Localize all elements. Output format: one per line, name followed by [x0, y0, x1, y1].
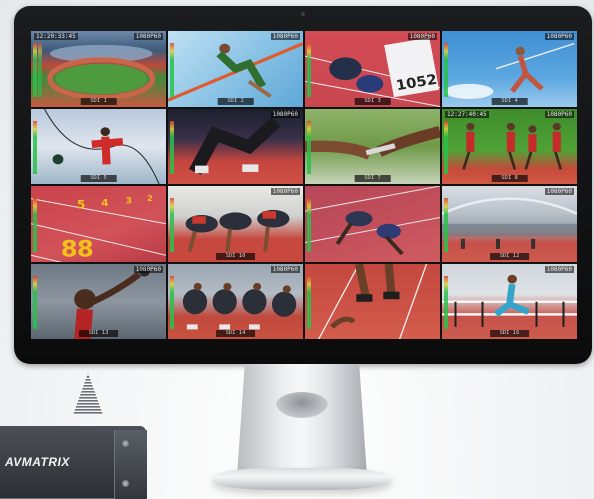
format-label: 1080P60 [544, 110, 574, 118]
source-label: SDI 14 [215, 330, 256, 337]
source-label: SDI 13 [78, 330, 119, 337]
source-label: SDI 12 [489, 252, 530, 260]
multiview-tile-12[interactable]: 1080P60 SDI 12 [442, 186, 577, 262]
stadium-illustration [47, 44, 156, 101]
scoreboard-number: 1052 [395, 72, 439, 94]
source-label: SDI 4 [491, 97, 528, 105]
scoreboard-illustration: 1052 [395, 72, 439, 94]
lane-number: 5 [77, 198, 85, 211]
source-label: SDI 3 [354, 97, 391, 105]
shot-put-illustration [74, 266, 150, 339]
lane-number: 4 [101, 197, 109, 209]
format-label: 1080P60 [544, 33, 574, 40]
lane-number: 8 [77, 235, 94, 261]
brand-logo: AVMATRIX [5, 455, 70, 469]
multiview-tile-1[interactable]: 12:20:33:45 1080P60 SDI 1 [31, 31, 166, 107]
format-label: 1080P60 [133, 33, 163, 40]
timecode-label: 12:20:33:45 [34, 33, 78, 40]
hammer-throw-illustration [44, 108, 160, 184]
source-label: SDI 10 [215, 252, 256, 260]
multiview-tile-3[interactable]: 1052 1080P60 SDI 3 [305, 31, 440, 107]
multiview-tile-5[interactable]: SDI 5 [31, 108, 166, 184]
stand-cable-hole [276, 392, 328, 418]
lane-number: 2 [147, 194, 153, 203]
format-label: 1080P60 [544, 188, 574, 195]
source-label: SDI 2 [217, 97, 254, 105]
format-label: 1080P60 [270, 33, 300, 40]
blocks-group-illustration [182, 282, 297, 329]
monitor-base [212, 468, 392, 490]
multiview-tile-4[interactable]: 1080P60 SDI 4 [442, 31, 577, 107]
starting-blocks-hands-illustration [317, 263, 428, 339]
screw [122, 480, 129, 487]
format-label: 1080P60 [270, 188, 300, 195]
source-label: SDI 16 [489, 330, 530, 337]
multiview-tile-9[interactable]: 5 4 3 2 8 8 [31, 186, 166, 262]
screw [122, 440, 129, 447]
hurdles-illustration [442, 274, 577, 327]
webcam-dot [301, 12, 305, 16]
source-label: SDI 5 [80, 175, 117, 182]
baton-pass-illustration [305, 125, 440, 160]
rack-ear [114, 430, 147, 499]
highjump-illustration [168, 42, 303, 102]
format-label: 1080P60 [270, 110, 300, 118]
multiview-tile-6[interactable]: 1080P60 [168, 108, 303, 184]
multiview-screen: 12:20:33:45 1080P60 SDI 1 1080P60 SDI 2 [31, 31, 577, 339]
source-label: SDI 8 [491, 175, 528, 182]
javelin-illustration [444, 42, 575, 99]
up-arrow-icon [73, 373, 103, 415]
multiview-tile-10[interactable]: 1080P60 SDI 10 [168, 186, 303, 262]
multiview-tile-8[interactable]: 12:27:40:45 1080P60 SDI 8 [442, 108, 577, 184]
field-runners-illustration [462, 122, 563, 170]
format-label: 1080P60 [133, 265, 163, 273]
lane-number: 8 [61, 235, 78, 261]
monitor-stand [237, 364, 367, 476]
multiview-tile-15[interactable] [305, 263, 440, 339]
multiview-tile-2[interactable]: 1080P60 SDI 2 [168, 31, 303, 107]
source-label: SDI 7 [354, 175, 391, 182]
multiview-tile-11[interactable] [305, 186, 440, 262]
product-scene: 12:20:33:45 1080P60 SDI 1 1080P60 SDI 2 [0, 0, 594, 499]
sprinters-illustration [185, 209, 290, 252]
format-label: 1080P60 [270, 265, 300, 273]
timecode-label: 12:27:40:45 [445, 110, 489, 118]
runner-legs-illustration [188, 116, 281, 175]
multiview-tile-14[interactable]: 1080P60 SDI 14 [168, 263, 303, 339]
multiview-tile-16[interactable]: 1080P60 SDI 16 [442, 263, 577, 339]
stadium-crowd-illustration [442, 197, 577, 249]
hurdle-jump-illustration [305, 186, 440, 256]
lane-numbers-illustration: 5 4 3 2 8 8 [31, 194, 166, 262]
format-label: 1080P60 [544, 265, 574, 273]
multiview-tile-7[interactable]: SDI 7 [305, 108, 440, 184]
lane-number: 3 [126, 197, 133, 207]
multiview-tile-13[interactable]: 1080P60 SDI 13 [31, 263, 166, 339]
source-label: SDI 1 [80, 97, 117, 105]
format-label: 1080P60 [407, 33, 437, 40]
